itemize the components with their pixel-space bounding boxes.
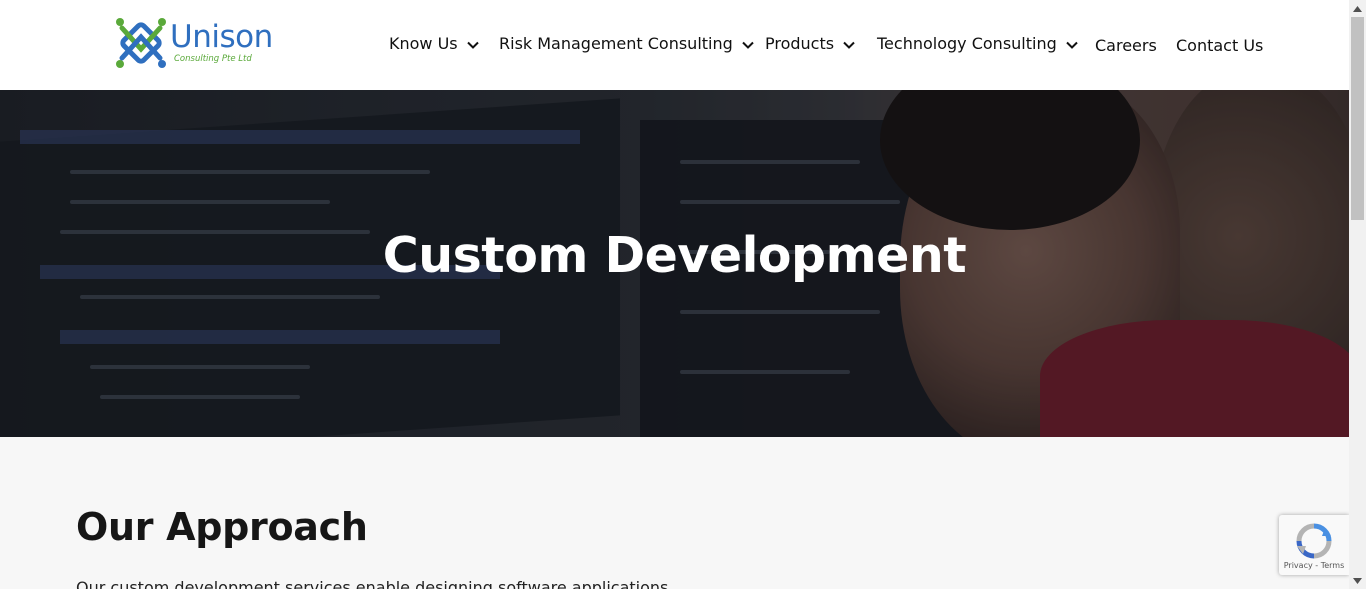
recaptcha-separator: -	[1312, 561, 1321, 570]
nav-item-products[interactable]: Products	[765, 31, 856, 55]
nav-item-label: Careers	[1095, 35, 1157, 55]
hero-banner: Custom Development	[0, 90, 1349, 437]
scrollbar-thumb[interactable]	[1351, 17, 1364, 220]
nav-item-risk-management-consulting[interactable]: Risk Management Consulting	[499, 31, 755, 55]
nav-item-label: Technology Consulting	[877, 33, 1057, 53]
approach-paragraph: Our custom development services enable d…	[76, 578, 669, 589]
section-title-approach: Our Approach	[76, 505, 368, 549]
recaptcha-terms-link[interactable]: Terms	[1321, 561, 1345, 570]
recaptcha-links: Privacy - Terms	[1279, 561, 1349, 571]
chevron-down-icon	[742, 41, 754, 49]
scroll-down-arrow-icon[interactable]	[1349, 572, 1366, 589]
scroll-up-arrow-icon[interactable]	[1349, 0, 1366, 17]
chevron-down-icon	[843, 41, 855, 49]
nav-item-technology-consulting[interactable]: Technology Consulting	[877, 31, 1079, 55]
nav-item-know-us[interactable]: Know Us	[389, 31, 480, 55]
nav-item-label: Products	[765, 33, 835, 53]
chevron-down-icon	[466, 41, 479, 49]
nav-item-label: Risk Management Consulting	[499, 33, 733, 53]
nav-item-label: Contact Us	[1176, 35, 1264, 55]
recaptcha-badge[interactable]: Privacy - Terms	[1279, 515, 1349, 575]
nav-item-contact-us[interactable]: Contact Us	[1176, 33, 1263, 57]
nav-item-label: Know Us	[389, 33, 458, 53]
page-title: Custom Development	[382, 227, 967, 284]
chevron-down-icon	[1066, 41, 1078, 49]
nav-item-careers[interactable]: Careers	[1095, 33, 1157, 57]
recaptcha-privacy-link[interactable]: Privacy	[1284, 561, 1313, 570]
recaptcha-icon	[1296, 523, 1332, 559]
main-nav: Know Us Risk Management Consulting Produ…	[0, 0, 1349, 90]
site-header: Unison Consulting Pte Ltd Know Us Risk M…	[0, 0, 1349, 90]
